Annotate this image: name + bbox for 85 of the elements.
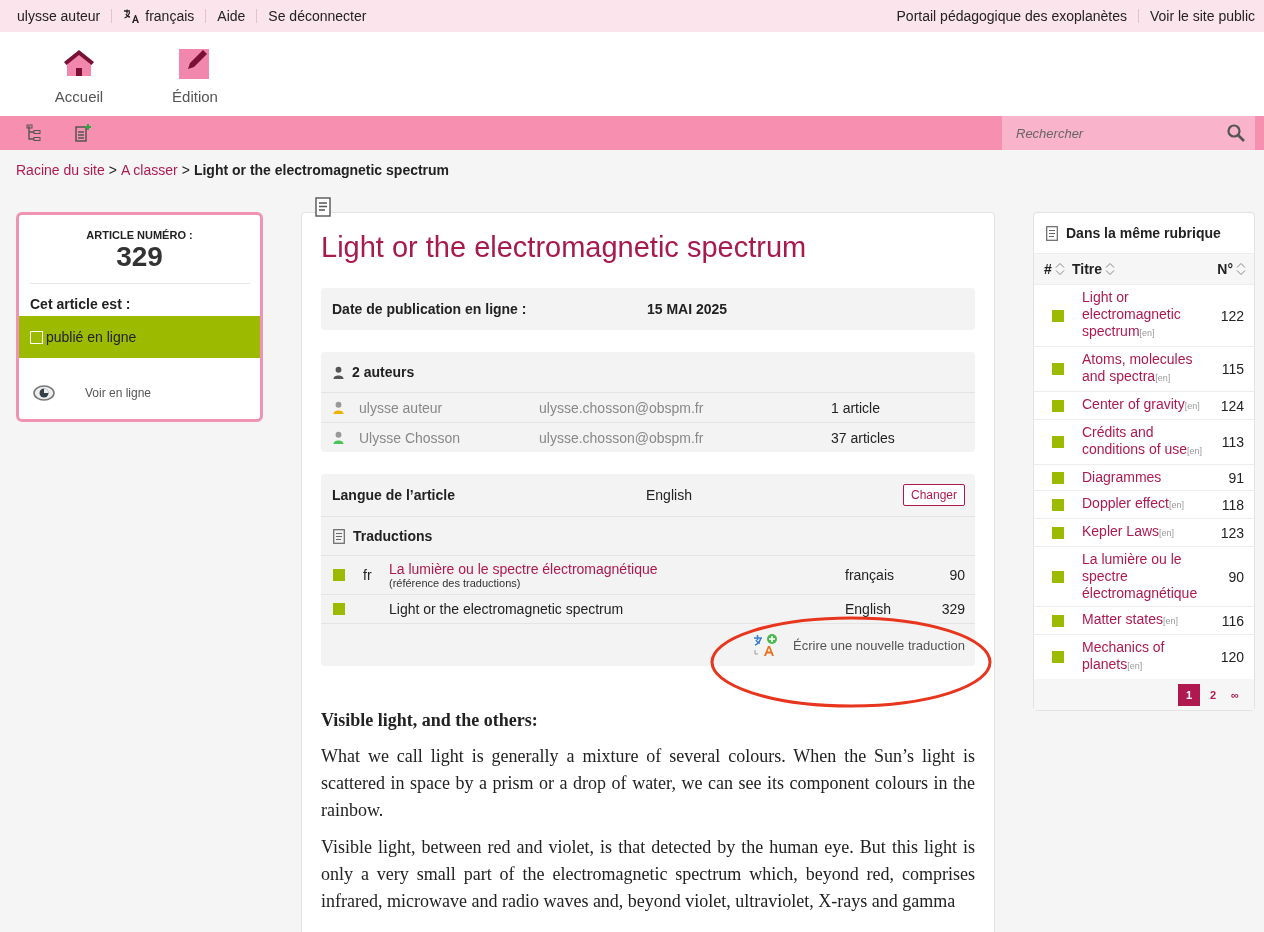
house-icon <box>63 47 95 79</box>
status-option[interactable]: publié en ligne <box>19 316 260 358</box>
new-translation-link[interactable]: Écrire une nouvelle traduction <box>753 633 965 657</box>
top-link[interactable]: Aide <box>217 8 246 24</box>
translation-title: Light or the electromagnetic spectrum <box>389 601 625 617</box>
status-square <box>333 569 345 581</box>
article-number: 118 <box>1220 496 1244 513</box>
translation-number: 90 <box>948 567 965 583</box>
column-header[interactable]: Titre <box>1072 261 1218 277</box>
top-link[interactable]: ulysse auteur <box>17 8 101 24</box>
translation-language: français <box>845 567 896 583</box>
article-link[interactable]: Atoms, molecules and spectra[en] <box>1082 351 1214 387</box>
page-link[interactable]: 2 <box>1204 684 1222 706</box>
pencil-icon <box>179 47 211 79</box>
article-link[interactable]: Matter states[en] <box>1082 611 1214 630</box>
article-number: 90 <box>1227 568 1244 585</box>
paragraph: Visible light, between red and violet, is that detected by the human eye. But this light is only a very small part of the electromagnetic spectrum which, beyond red, comprises infrared, microwave and radio waves and, beyond violet, ultraviolet, X-rays and gamma <box>321 836 975 913</box>
article-title: Light or the electromagnetic spectrum <box>321 231 808 264</box>
document-icon <box>1046 225 1058 241</box>
article-link[interactable]: Diagrammes <box>1082 469 1214 486</box>
language-label: Langue de l’article <box>332 487 456 503</box>
translations-heading: Traductions <box>353 528 433 544</box>
article-link[interactable]: Light or electromagnetic spectrum[en] <box>1082 289 1214 342</box>
translate-icon <box>753 633 779 657</box>
article-number: 123 <box>1219 524 1244 541</box>
article-number: 122 <box>1219 307 1244 324</box>
article-link[interactable]: La lumière ou le spectre électromagnétique <box>1082 551 1214 602</box>
status-square <box>333 603 345 615</box>
top-link[interactable]: Voir le site public <box>1149 8 1255 24</box>
new-document-icon[interactable] <box>74 124 92 142</box>
language-icon <box>123 9 142 23</box>
column-header[interactable]: N° <box>1217 261 1254 277</box>
top-link[interactable]: français <box>123 8 195 24</box>
article-link[interactable]: Mechanics of planets[en] <box>1082 639 1214 675</box>
article-number: 116 <box>1220 612 1244 629</box>
document-icon <box>333 528 345 544</box>
tree-icon[interactable] <box>26 124 42 142</box>
publication-date: 15 MAI 2025 <box>647 301 728 317</box>
breadcrumb-separator: > <box>181 162 190 180</box>
sidebar-heading: Dans la même rubrique <box>1066 225 1221 241</box>
language-value: English <box>646 487 693 503</box>
article-count: 1 article <box>831 399 881 416</box>
section-heading: Visible light, and the others: <box>321 710 539 731</box>
translation-number: 329 <box>940 601 965 617</box>
article-number: 120 <box>1219 649 1244 665</box>
breadcrumb-current: Light or the electromagnetic spectrum <box>193 162 450 180</box>
article-link[interactable]: Kepler Laws[en] <box>1082 523 1214 542</box>
column-header[interactable]: # <box>1034 261 1072 277</box>
article-number: 115 <box>1220 361 1244 377</box>
article-number: 113 <box>1220 434 1244 450</box>
sort-icon <box>1054 262 1065 276</box>
breadcrumb-separator: > <box>108 162 117 180</box>
breadcrumb-link[interactable]: A classer <box>120 162 178 180</box>
publication-date-label: Date de publication en ligne : <box>332 301 528 317</box>
translation-link[interactable]: La lumière ou le spectre électromagnétique <box>389 561 845 577</box>
search-field[interactable]: Rechercher <box>1002 116 1255 150</box>
sort-icon <box>1105 262 1116 276</box>
article-link[interactable]: Crédits and conditions of use[en] <box>1082 424 1214 460</box>
person-icon <box>333 365 344 379</box>
sort-icon <box>1236 262 1246 276</box>
top-link[interactable]: Se déconnecter <box>268 8 367 24</box>
article-link[interactable]: Center of gravity[en] <box>1082 396 1214 415</box>
article-link[interactable]: Doppler effect[en] <box>1082 495 1214 514</box>
authors-heading: 2 auteurs <box>352 364 415 380</box>
page-link[interactable]: ∞ <box>1226 684 1244 706</box>
translation-note: (référence des traductions) <box>389 577 522 589</box>
article-number: 124 <box>1219 397 1244 414</box>
eye-icon <box>33 385 55 401</box>
article-number: 91 <box>1227 469 1244 486</box>
nav-item[interactable]: Accueil <box>47 32 111 116</box>
change-button[interactable]: Changer <box>902 484 965 506</box>
breadcrumb-link[interactable]: Racine du site <box>16 162 105 180</box>
article-count: 37 articles <box>831 429 895 446</box>
search-icon[interactable] <box>1227 124 1245 142</box>
translation-language: English <box>845 601 892 617</box>
page-link[interactable]: 1 <box>1178 684 1200 706</box>
status-heading: Cet article est : <box>29 295 132 314</box>
article-number-label: ARTICLE NUMÉRO : <box>85 229 194 241</box>
article-number: 329 <box>29 241 250 284</box>
view-online-link[interactable]: Voir en ligne <box>19 358 260 419</box>
nav-item[interactable]: Édition <box>163 32 227 116</box>
language-code: fr <box>363 567 372 583</box>
checkbox[interactable] <box>30 330 43 344</box>
paragraph: What we call light is generally a mixture of several colours. When the Sun’s light is scattered in space by a prism or a drop of water, we can see its component colours in the rainbow. <box>321 745 975 822</box>
top-link[interactable]: Portail pédagogique des exoplanètes <box>896 8 1127 24</box>
